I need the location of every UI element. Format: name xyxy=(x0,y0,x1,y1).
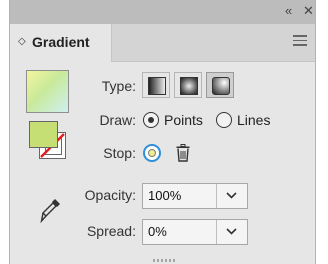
opacity-chevron-down-icon[interactable] xyxy=(216,184,247,208)
opacity-label: Opacity: xyxy=(84,187,136,203)
spread-chevron-down-icon[interactable] xyxy=(216,220,247,244)
freeform-gradient-icon xyxy=(212,77,230,95)
tab-gradient-label: Gradient xyxy=(32,34,90,50)
freeform-gradient-button[interactable] xyxy=(206,72,234,98)
type-label: Type: xyxy=(101,78,136,94)
draw-lines-label[interactable]: Lines xyxy=(237,112,270,128)
panel-titlebar: « ✕ xyxy=(10,0,315,24)
draw-lines-radio[interactable] xyxy=(216,112,232,128)
linear-gradient-icon xyxy=(148,77,166,95)
stop-label: Stop: xyxy=(103,145,136,161)
tab-expand-icon[interactable]: ◇ xyxy=(18,36,26,47)
radial-gradient-button[interactable] xyxy=(174,72,202,98)
panel-tab-row: ◇ Gradient xyxy=(10,24,315,62)
panel-menu-icon[interactable] xyxy=(293,35,307,46)
linear-gradient-button[interactable] xyxy=(142,72,170,98)
trash-icon[interactable] xyxy=(176,144,190,162)
opacity-dropdown[interactable]: 100% xyxy=(142,183,248,209)
fill-swatch[interactable] xyxy=(29,121,58,148)
draw-points-radio[interactable] xyxy=(143,112,159,128)
draw-points-label[interactable]: Points xyxy=(164,112,203,128)
panel-content: Type: Draw: Points Lines Stop: Opacity: … xyxy=(10,62,315,264)
opacity-value[interactable]: 100% xyxy=(148,188,181,203)
gradient-panel: « ✕ ◇ Gradient Type: Draw: Points Lines … xyxy=(9,0,316,264)
resize-grip[interactable] xyxy=(153,259,175,262)
close-panel-icon[interactable]: ✕ xyxy=(303,4,314,18)
gradient-swatch[interactable] xyxy=(26,70,69,113)
tab-gradient[interactable]: ◇ Gradient xyxy=(10,24,112,62)
eyedropper-icon[interactable] xyxy=(40,197,62,223)
collapse-panel-icon[interactable]: « xyxy=(285,4,292,18)
spread-label: Spread: xyxy=(86,223,136,239)
color-stop-icon[interactable] xyxy=(143,144,161,162)
draw-label: Draw: xyxy=(99,112,136,128)
spread-value[interactable]: 0% xyxy=(148,224,167,239)
radial-gradient-icon xyxy=(180,77,198,95)
spread-dropdown[interactable]: 0% xyxy=(142,219,248,245)
